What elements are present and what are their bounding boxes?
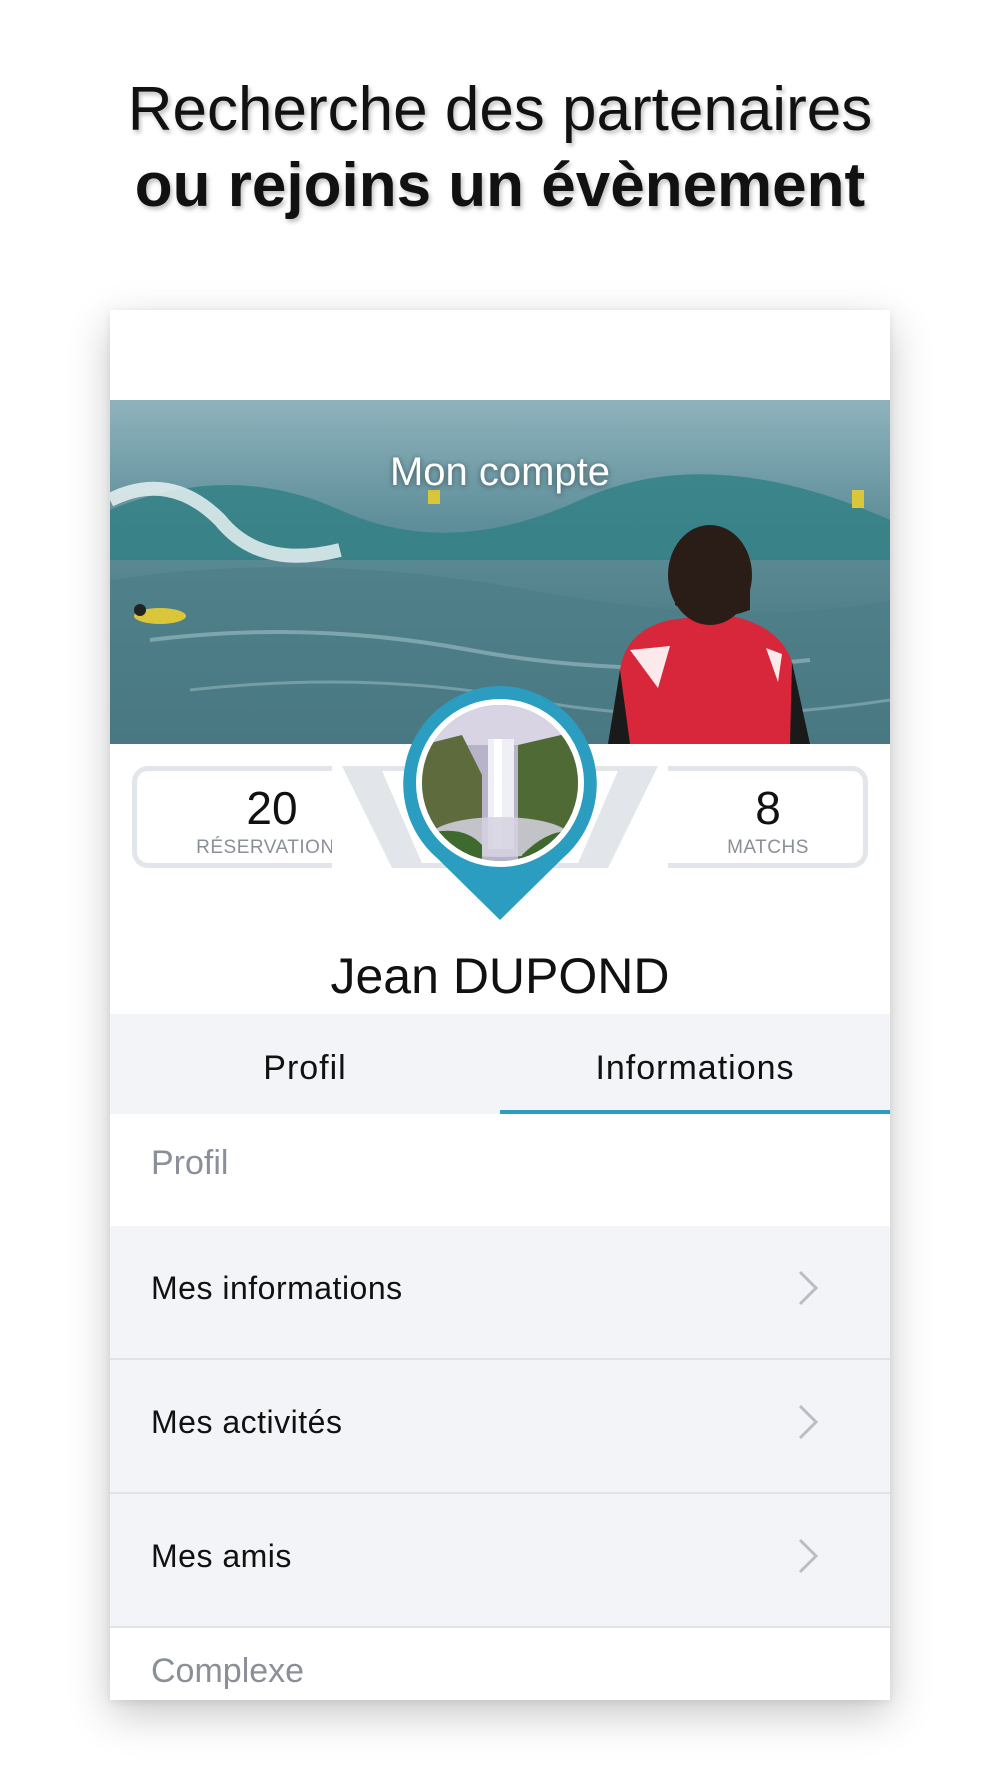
menu-item-label: Mes activités (151, 1404, 343, 1440)
profil-section-label: Profil (151, 1144, 229, 1182)
headline-line-2: ou rejoins un évènement (134, 151, 866, 220)
tab-profil[interactable]: Profil (110, 1014, 500, 1114)
avatar-pin[interactable] (398, 682, 602, 932)
complexe-section-label: Complexe (151, 1652, 305, 1690)
chevron-right-icon (798, 1270, 819, 1306)
avatar[interactable] (416, 699, 584, 867)
menu-item-label: Mes informations (151, 1270, 403, 1306)
menu-item-mes-amis[interactable]: Mes amis (110, 1494, 890, 1628)
menu-item-label: Mes amis (151, 1538, 292, 1574)
complexe-section-header: Complexe (110, 1628, 890, 1700)
chevron-right-icon (798, 1404, 819, 1440)
menu-item-mes-informations[interactable]: Mes informations (110, 1226, 890, 1360)
promo-headline: Recherche des partenaires ou rejoins un … (0, 72, 1000, 224)
profil-section-header: Profil (110, 1114, 890, 1226)
account-title: Mon compte (389, 450, 611, 494)
menu-item-mes-activites[interactable]: Mes activités (110, 1360, 890, 1494)
account-tabs: Profil Informations (110, 1014, 890, 1114)
user-name: Jean DUPOND (330, 948, 670, 1004)
waterfall-photo (422, 705, 578, 861)
headline-line-1: Recherche des partenaires (127, 75, 873, 144)
tab-informations[interactable]: Informations (500, 1014, 890, 1114)
phone-screen: Mon compte 20 RÉSERVATIONS 8 MATCHS Jean… (110, 310, 890, 1700)
chevron-right-icon (798, 1538, 819, 1574)
